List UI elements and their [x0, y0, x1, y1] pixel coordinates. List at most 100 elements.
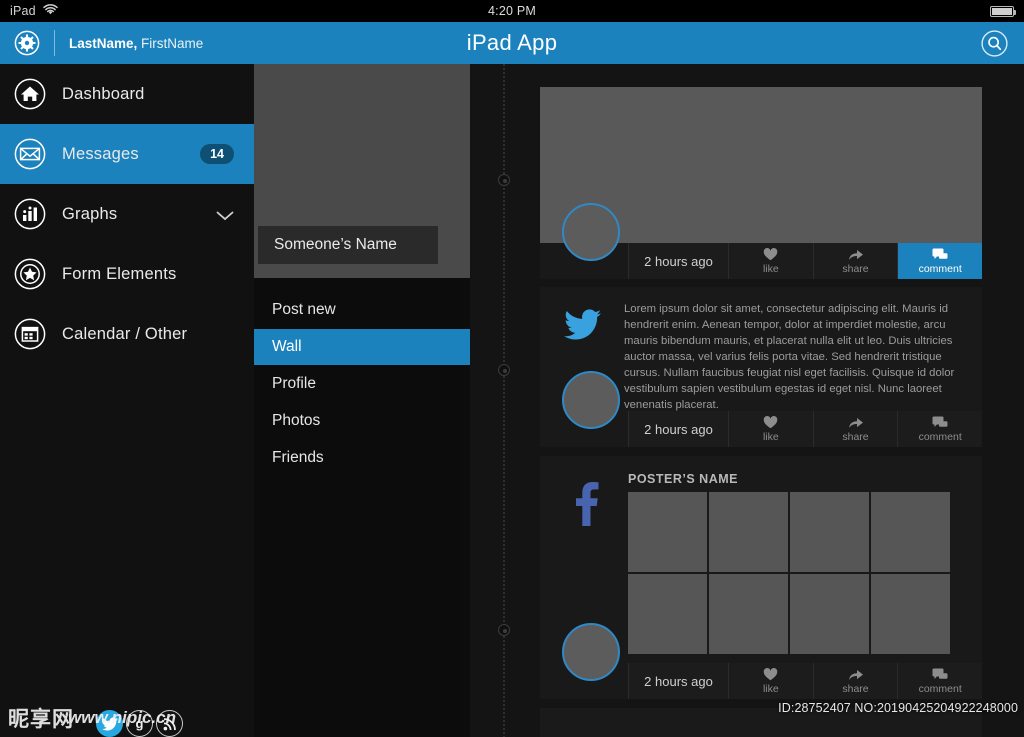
share-arrow-icon [848, 247, 864, 262]
photo-thumb[interactable] [628, 574, 707, 654]
panel-resize-divider[interactable] [498, 64, 510, 737]
photo-thumb[interactable] [871, 574, 950, 654]
share-button[interactable]: share [812, 243, 898, 279]
facebook-f-icon [573, 482, 599, 531]
image-id-stamp: ID:28752407 NO:20190425204922248000 [778, 701, 1018, 715]
comment-button[interactable]: comment [897, 411, 982, 447]
sidebar-item-graphs[interactable]: Graphs [0, 184, 254, 244]
post-timestamp: 2 hours ago [628, 411, 728, 447]
photo-thumb[interactable] [709, 574, 788, 654]
chevron-down-icon[interactable] [216, 209, 234, 221]
post-timestamp: 2 hours ago [628, 243, 728, 279]
profile-cover-image: Someone’s Name [254, 64, 470, 278]
comment-bubble-icon [932, 247, 948, 262]
comment-button[interactable]: comment [897, 243, 983, 279]
feed-column[interactable]: 2 hours ago like share comment Lorem ips… [518, 64, 1024, 737]
photo-thumb[interactable] [790, 574, 869, 654]
panel-item-profile[interactable]: Profile [254, 366, 470, 402]
sidebar-item-dashboard[interactable]: Dashboard [0, 64, 254, 124]
like-label: like [762, 263, 779, 275]
panel-item-label: Post new [272, 301, 336, 318]
share-arrow-icon [848, 667, 864, 682]
comment-button[interactable]: comment [897, 663, 982, 699]
profile-name-label: Someone’s Name [274, 236, 397, 253]
watermark-url-label: www.nipic.cn [68, 708, 176, 727]
panel-item-label: Photos [272, 412, 321, 429]
avatar[interactable] [562, 623, 620, 681]
heart-icon [763, 667, 778, 682]
photo-thumb[interactable] [871, 492, 950, 572]
star-icon [14, 258, 46, 290]
comment-label: comment [918, 431, 962, 443]
site-watermark: 昵享网 www.nipic.cn [8, 701, 176, 735]
sidebar-item-label: Dashboard [62, 84, 145, 103]
sidebar-item-messages[interactable]: Messages 14 [0, 124, 254, 184]
comment-bubble-icon [932, 667, 948, 682]
bar-chart-icon [14, 198, 46, 230]
poster-name: POSTER’S NAME [628, 472, 738, 486]
search-icon[interactable] [981, 29, 1008, 57]
home-icon [14, 78, 46, 110]
avatar[interactable] [562, 203, 620, 261]
comment-label: comment [918, 683, 962, 695]
panel-item-photos[interactable]: Photos [254, 403, 470, 439]
photo-thumb[interactable] [628, 492, 707, 572]
heart-icon [763, 247, 778, 262]
panel-menu: Post new Wall Profile Photos Friends [254, 292, 470, 477]
post-text: Lorem ipsum dolor sit amet, consectetur … [624, 303, 955, 411]
panel-item-wall[interactable]: Wall [254, 329, 470, 365]
heart-icon [763, 415, 778, 430]
twitter-bird-icon [564, 309, 602, 346]
user-name-label: LastName, FirstName [69, 36, 203, 51]
panel-item-friends[interactable]: Friends [254, 440, 470, 476]
sidebar-item-form-elements[interactable]: Form Elements [0, 244, 254, 304]
user-firstname: FirstName [137, 35, 204, 51]
share-button[interactable]: share [812, 411, 898, 447]
panel-item-post-new[interactable]: Post new [254, 292, 470, 328]
app-header-bar: LastName, FirstName iPad App [0, 22, 1024, 64]
divider-dotted-line [503, 64, 505, 737]
like-button[interactable]: like [728, 663, 813, 699]
sidebar-item-label: Graphs [62, 204, 118, 223]
like-label: like [762, 683, 779, 695]
calendar-icon [14, 318, 46, 350]
avatar[interactable] [562, 371, 620, 429]
comment-bubble-icon [932, 415, 948, 430]
user-lastname: LastName, [69, 35, 138, 51]
feed-card-twitter[interactable]: Lorem ipsum dolor sit amet, consectetur … [540, 287, 982, 447]
status-right [990, 0, 1016, 22]
like-button[interactable]: like [728, 243, 813, 279]
panel-item-label: Profile [272, 375, 316, 392]
photo-thumb[interactable] [790, 492, 869, 572]
comment-label: comment [918, 263, 962, 275]
sidebar-item-label: Messages [62, 144, 139, 163]
status-badge: 14 [200, 144, 234, 164]
like-label: like [762, 431, 779, 443]
like-button[interactable]: like [728, 411, 813, 447]
envelope-icon [14, 138, 46, 170]
share-label: share [842, 683, 869, 695]
ios-status-bar: iPad 4:20 PM [0, 0, 1024, 22]
feed-card-image[interactable]: 2 hours ago like share comment [540, 87, 983, 279]
share-label: share [842, 263, 869, 275]
photo-grid [628, 492, 950, 654]
profile-name-bar: Someone’s Name [258, 226, 438, 264]
drag-handle[interactable] [498, 364, 510, 376]
photo-thumb[interactable] [709, 492, 788, 572]
ipad-app-screen: iPad 4:20 PM LastName, FirstName iPad Ap… [0, 0, 1024, 737]
share-button[interactable]: share [812, 663, 898, 699]
drag-handle[interactable] [498, 624, 510, 636]
share-arrow-icon [848, 415, 864, 430]
gear-icon[interactable] [14, 30, 40, 56]
panel-item-label: Wall [272, 338, 302, 355]
header-divider [54, 30, 55, 56]
sidebar-item-calendar-other[interactable]: Calendar / Other [0, 304, 254, 364]
drag-handle[interactable] [498, 174, 510, 186]
feed-card-facebook[interactable]: POSTER’S NAME 2 hours ago like share com… [540, 456, 982, 699]
post-timestamp: 2 hours ago [628, 663, 728, 699]
sidebar-item-label: Calendar / Other [62, 324, 188, 343]
share-label: share [842, 431, 869, 443]
watermark-cn-label: 昵享网 [8, 707, 74, 731]
panel-item-label: Friends [272, 449, 324, 466]
clock-label: 4:20 PM [488, 4, 536, 18]
